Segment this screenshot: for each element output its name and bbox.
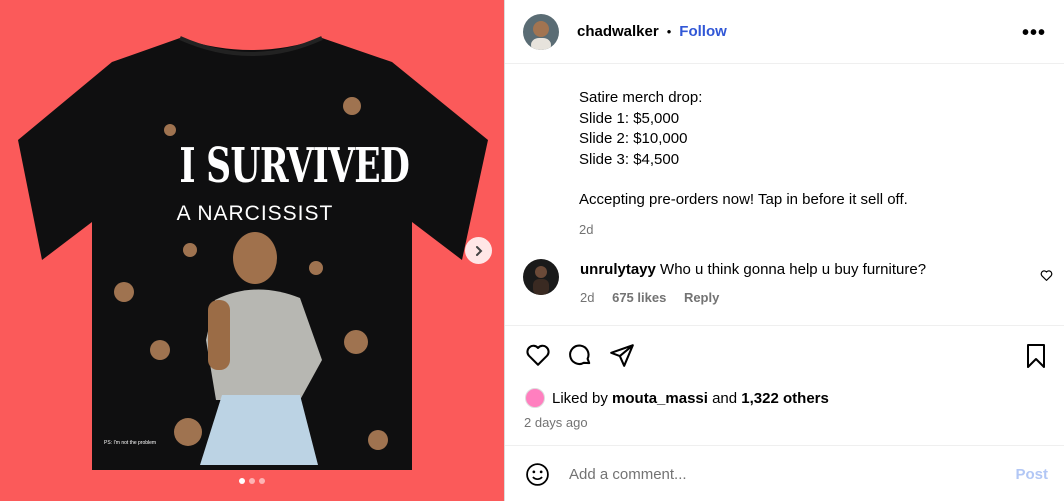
comment-input[interactable]: Add a comment... — [569, 466, 687, 483]
author-avatar[interactable] — [523, 13, 559, 50]
like-heart-icon[interactable] — [525, 342, 551, 373]
likes-others-count[interactable]: 1,322 others — [741, 390, 829, 407]
more-options-icon[interactable]: ••• — [1022, 22, 1046, 45]
caption-line: Slide 3: $4,500 — [579, 150, 680, 168]
post-caption: Satire merch drop: Slide 1: $5,000 Slide… — [505, 64, 1064, 240]
liked-by-label: Liked by — [552, 389, 608, 407]
separator-dot: • — [666, 24, 672, 39]
comment-time[interactable]: 2d — [580, 290, 594, 305]
reply-button[interactable]: Reply — [684, 290, 719, 305]
tshirt-image — [18, 36, 488, 470]
liked-by-and: and — [712, 389, 738, 407]
shirt-title: I SURVIVED — [179, 138, 410, 194]
add-comment-bar: Add a comment... Post — [505, 445, 1064, 501]
post-header: chadwalker • Follow ••• — [505, 0, 1064, 64]
caption-line: Accepting pre-orders now! Tap in before … — [579, 191, 908, 208]
post-media[interactable]: I SURVIVED A NARCISSIST PS: I'm not the … — [0, 0, 504, 501]
emoji-icon[interactable] — [525, 462, 550, 492]
caption-time[interactable]: 2d — [579, 220, 1064, 241]
next-slide-button[interactable] — [465, 237, 492, 264]
caption-line: Slide 1: $5,000 — [579, 109, 680, 127]
follow-button[interactable]: Follow — [679, 23, 727, 40]
save-bookmark-icon[interactable] — [1024, 343, 1048, 374]
caption-line: Slide 2: $10,000 — [579, 130, 688, 147]
comment-like-icon[interactable] — [1040, 269, 1053, 287]
carousel-dot — [259, 478, 265, 484]
share-send-icon[interactable] — [609, 342, 635, 373]
comment-body: unrulytayy Who u think gonna help u buy … — [580, 261, 926, 278]
post-sidebar: chadwalker • Follow ••• Satire merch dro… — [504, 0, 1064, 501]
post-comment-button[interactable]: Post — [1015, 466, 1048, 483]
author-username[interactable]: chadwalker — [577, 23, 659, 40]
shirt-small-text: PS: I'm not the problem — [104, 440, 157, 446]
liker-username[interactable]: mouta_massi — [612, 390, 708, 407]
commenter-username[interactable]: unrulytayy — [580, 261, 656, 278]
post-timestamp[interactable]: 2 days ago — [524, 415, 588, 430]
chevron-right-icon — [475, 245, 482, 256]
carousel-dot — [239, 478, 245, 484]
liked-by-summary: Liked by mouta_massi and 1,322 others — [525, 388, 829, 408]
comment-meta: 2d 675 likes Reply — [580, 290, 733, 305]
comment-text: Who u think gonna help u buy furniture? — [660, 261, 927, 278]
caption-line: Satire merch drop: — [579, 89, 703, 106]
liker-avatar[interactable] — [525, 388, 545, 408]
shirt-subtitle: A NARCISSIST — [176, 202, 334, 225]
carousel-dot — [249, 478, 255, 484]
commenter-avatar[interactable] — [523, 259, 559, 295]
comment-bubble-icon[interactable] — [567, 342, 593, 373]
carousel-indicator — [0, 478, 504, 484]
post-actions: Liked by mouta_massi and 1,322 others 2 … — [505, 325, 1064, 445]
comment-likes[interactable]: 675 likes — [612, 290, 666, 305]
